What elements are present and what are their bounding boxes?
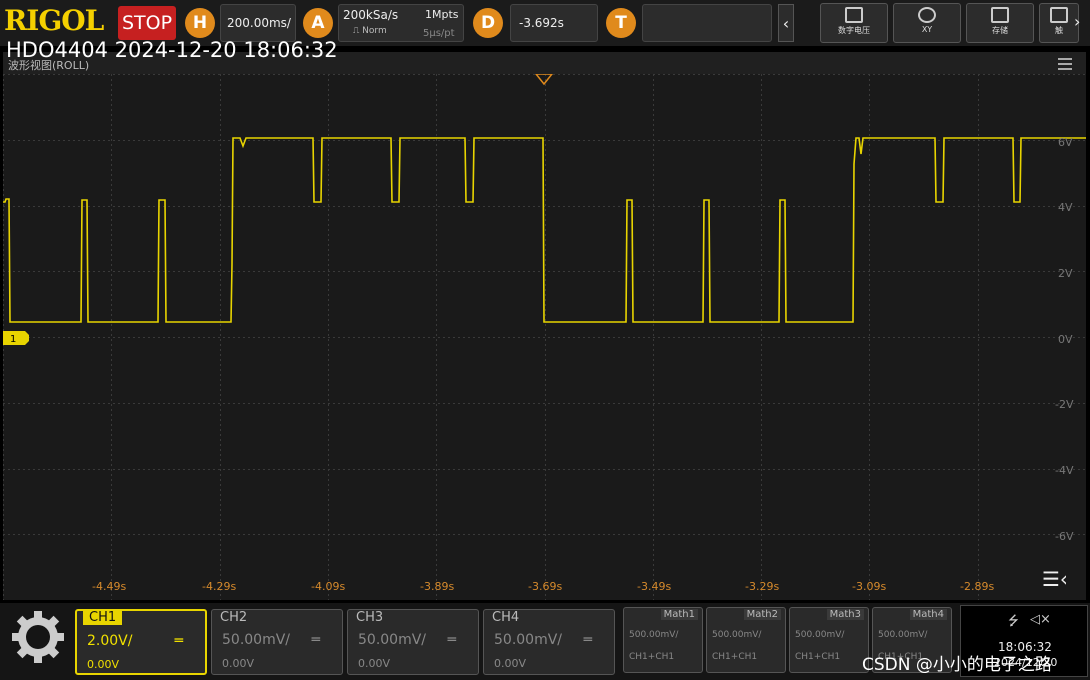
speaker-mute-icon[interactable]: ◁× bbox=[1030, 612, 1051, 627]
delay-value: -3.692s bbox=[519, 16, 564, 30]
channel-2-panel[interactable]: CH2 50.00mV/ ═ 0.00V bbox=[211, 609, 343, 675]
math-scale: 500.00mV/ bbox=[629, 630, 679, 640]
graticule-grid bbox=[3, 74, 1086, 600]
channel-3-panel[interactable]: CH3 50.00mV/ ═ 0.00V bbox=[347, 609, 479, 675]
y-label-neg2v: -2V bbox=[1055, 398, 1074, 411]
math-name: Math4 bbox=[909, 609, 947, 620]
menu-toggle-icon[interactable]: ☰‹ bbox=[1042, 568, 1072, 590]
channel-1-panel[interactable]: CH1 2.00V/ ═ 0.00V bbox=[75, 609, 207, 675]
y-label-0v: 0V bbox=[1058, 333, 1073, 346]
x-label: -3.29s bbox=[745, 580, 780, 593]
channel-name: CH2 bbox=[220, 610, 248, 625]
x-label: -3.89s bbox=[420, 580, 455, 593]
y-label-neg6v: -6V bbox=[1055, 530, 1074, 543]
trigger-badge[interactable]: T bbox=[606, 8, 636, 38]
acquire-mode: ⎍ Norm bbox=[353, 26, 387, 36]
channel-name: CH4 bbox=[492, 610, 520, 625]
ch1-marker-label: 1 bbox=[10, 334, 16, 345]
instrument-title: HDO4404 2024-12-20 18:06:32 bbox=[6, 38, 338, 62]
gear-icon[interactable] bbox=[8, 607, 68, 667]
run-stop-status[interactable]: STOP bbox=[118, 6, 176, 40]
math-source: CH1+CH1 bbox=[712, 652, 758, 662]
grid-icon bbox=[845, 7, 863, 23]
channel-offset: 0.00V bbox=[358, 657, 391, 670]
delay-badge[interactable]: D bbox=[473, 8, 503, 38]
channel-scale: 50.00mV/ bbox=[358, 632, 427, 648]
touch-button[interactable]: 触 bbox=[1039, 3, 1079, 43]
math-source: CH1+CH1 bbox=[795, 652, 841, 662]
ch1-trace bbox=[3, 137, 1086, 323]
math-name: Math2 bbox=[743, 609, 781, 620]
math-scale: 500.00mV/ bbox=[795, 630, 845, 640]
save-icon bbox=[991, 7, 1009, 23]
time-per-point: 5μs/pt bbox=[423, 28, 455, 39]
digital-voltmeter-button[interactable]: 数字电压 bbox=[820, 3, 888, 43]
channel-4-panel[interactable]: CH4 50.00mV/ ═ 0.00V bbox=[483, 609, 615, 675]
memory-depth: 1Mpts bbox=[425, 8, 459, 21]
channel-name: CH1 bbox=[83, 610, 123, 625]
ch1-offset-marker[interactable]: 1 bbox=[3, 331, 29, 345]
math-name: Math3 bbox=[826, 609, 864, 620]
chevron-right-icon[interactable]: › bbox=[1074, 12, 1080, 31]
x-label: -3.49s bbox=[637, 580, 672, 593]
math-scale: 500.00mV/ bbox=[712, 630, 762, 640]
coupling-icon: ═ bbox=[447, 632, 456, 648]
channel-scale: 50.00mV/ bbox=[222, 632, 291, 648]
quick-button-label: XY bbox=[921, 25, 933, 34]
y-label-neg4v: -4V bbox=[1055, 464, 1074, 477]
x-label: -3.09s bbox=[852, 580, 887, 593]
rigol-logo: RIGOL bbox=[4, 4, 104, 37]
touch-icon bbox=[1050, 7, 1068, 23]
math-scale: 500.00mV/ bbox=[878, 630, 928, 640]
y-label-2v: 2V bbox=[1058, 267, 1073, 280]
channel-offset: 0.00V bbox=[222, 657, 255, 670]
channel-scale: 50.00mV/ bbox=[494, 632, 563, 648]
channel-offset: 0.00V bbox=[87, 658, 120, 671]
acquire-mode-text: Norm bbox=[362, 26, 387, 36]
math-1-panel[interactable]: Math1 500.00mV/ CH1+CH1 bbox=[623, 607, 703, 673]
x-label: -3.69s bbox=[528, 580, 563, 593]
delay-settings[interactable]: -3.692s bbox=[510, 4, 598, 42]
coupling-icon: ═ bbox=[311, 632, 320, 648]
horizontal-settings[interactable]: 200.00ms/ bbox=[220, 4, 296, 42]
waveform-svg bbox=[3, 74, 1086, 600]
trigger-position-marker bbox=[535, 74, 553, 86]
xy-icon bbox=[918, 7, 936, 23]
save-button[interactable]: 存储 bbox=[966, 3, 1034, 43]
sample-rate: 200kSa/s bbox=[343, 8, 399, 22]
coupling-icon: ═ bbox=[583, 632, 592, 648]
coupling-icon: ═ bbox=[174, 633, 183, 649]
hamburger-menu-icon[interactable] bbox=[1058, 58, 1072, 70]
y-label-4v: 4V bbox=[1058, 201, 1073, 214]
timebase-value: 200.00ms/ bbox=[227, 16, 291, 30]
x-label: -4.29s bbox=[202, 580, 237, 593]
waveform-display[interactable] bbox=[3, 74, 1086, 600]
horizontal-badge[interactable]: H bbox=[185, 8, 215, 38]
math-3-panel[interactable]: Math3 500.00mV/ CH1+CH1 bbox=[789, 607, 869, 673]
math-2-panel[interactable]: Math2 500.00mV/ CH1+CH1 bbox=[706, 607, 786, 673]
usb-icon: ⭍ bbox=[1008, 614, 1019, 629]
quick-button-label: 触 bbox=[1055, 26, 1063, 35]
acquire-mode-icon: ⎍ bbox=[353, 26, 363, 36]
x-label: -4.49s bbox=[92, 580, 127, 593]
quick-button-label: 存储 bbox=[992, 26, 1008, 35]
acquire-settings[interactable]: 200kSa/s 1Mpts ⎍ Norm 5μs/pt bbox=[338, 4, 464, 42]
trigger-settings[interactable] bbox=[642, 4, 772, 42]
x-label: -2.89s bbox=[960, 580, 995, 593]
x-label: -4.09s bbox=[311, 580, 346, 593]
math-name: Math1 bbox=[660, 609, 698, 620]
math-source: CH1+CH1 bbox=[629, 652, 675, 662]
csdn-watermark: CSDN @小小的电子之路 bbox=[862, 655, 1052, 675]
xy-button[interactable]: XY bbox=[893, 3, 961, 43]
channel-scale: 2.00V/ bbox=[87, 633, 133, 649]
y-label-6v: 6V bbox=[1058, 136, 1073, 149]
acquire-badge[interactable]: A bbox=[303, 8, 333, 38]
channel-offset: 0.00V bbox=[494, 657, 527, 670]
channel-name: CH3 bbox=[356, 610, 384, 625]
chevron-left-icon[interactable]: ‹ bbox=[778, 4, 794, 42]
quick-button-label: 数字电压 bbox=[838, 26, 870, 35]
